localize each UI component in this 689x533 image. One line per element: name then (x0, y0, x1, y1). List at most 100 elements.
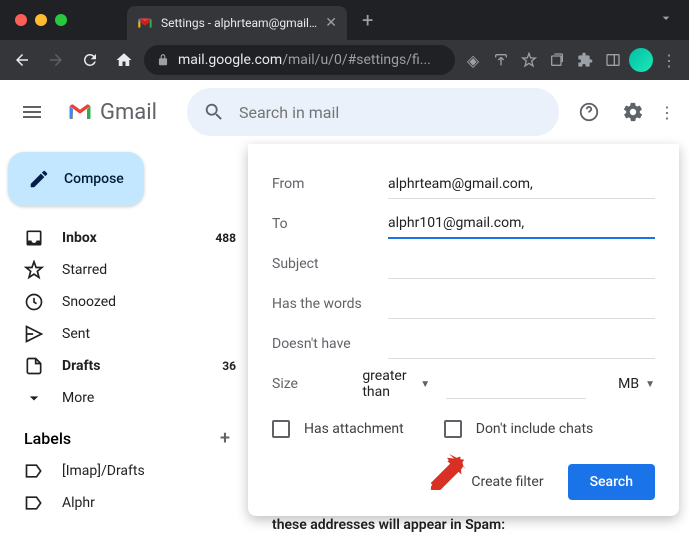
dropdown-icon: ▼ (420, 379, 430, 390)
sidebar-item-starred[interactable]: Starred (0, 254, 248, 286)
window-minimize-button[interactable] (35, 14, 47, 26)
sidebar-item-inbox[interactable]: Inbox 488 (0, 222, 248, 254)
doesnthave-input[interactable] (388, 330, 655, 359)
lock-icon (156, 53, 170, 67)
gmail-wordmark: Gmail (100, 100, 157, 125)
from-label: From (272, 176, 372, 192)
size-label: Size (272, 376, 346, 392)
to-input[interactable] (388, 209, 655, 239)
labels-list: [Imap]/Drafts Alphr (0, 455, 248, 519)
tab-dropdown-icon[interactable] (658, 10, 674, 30)
has-attachment-checkbox[interactable]: Has attachment (272, 420, 404, 438)
browser-menu-icon[interactable]: ⋮ (657, 48, 681, 72)
traffic-lights (15, 14, 67, 26)
label-item[interactable]: [Imap]/Drafts (0, 455, 248, 487)
gmail-favicon (137, 15, 153, 31)
dont-include-chats-checkbox[interactable]: Don't include chats (444, 420, 594, 438)
nav-list: Inbox 488 Starred Snoozed Sent Drafts 36 (0, 222, 248, 414)
add-label-button[interactable]: + (220, 428, 230, 449)
nav-label: Drafts (62, 358, 100, 374)
gmail-header: Gmail ⋮ (0, 80, 689, 144)
eye-icon[interactable]: ◈ (461, 48, 485, 72)
label-icon (24, 493, 44, 513)
back-button[interactable] (8, 46, 36, 74)
nav-label: Sent (62, 326, 90, 342)
share-icon[interactable] (489, 48, 513, 72)
home-button[interactable] (110, 46, 138, 74)
create-filter-button[interactable]: Create filter (471, 474, 543, 490)
nav-count: 36 (222, 359, 236, 373)
extensions-icon[interactable] (573, 48, 597, 72)
search-icon (203, 101, 225, 123)
size-value-input[interactable] (446, 370, 586, 399)
chevron-down-icon (24, 388, 44, 408)
checkbox-icon (272, 420, 290, 438)
search-input[interactable] (239, 103, 543, 122)
dropdown-icon: ▼ (645, 379, 655, 390)
tab-title: Settings - alphrteam@gmail.co (161, 16, 317, 30)
search-bar[interactable] (187, 88, 559, 136)
dont-include-chats-label: Don't include chats (476, 421, 594, 437)
window-maximize-button[interactable] (55, 14, 67, 26)
browser-chrome: Settings - alphrteam@gmail.co ✕ + mail.g… (0, 0, 689, 80)
sidebar-item-sent[interactable]: Sent (0, 318, 248, 350)
inbox-icon (24, 228, 44, 248)
size-unit-select[interactable]: MB ▼ (618, 376, 655, 392)
tabs-icon[interactable] (545, 48, 569, 72)
checkbox-icon (444, 420, 462, 438)
subject-label: Subject (272, 256, 372, 272)
search-button[interactable]: Search (568, 464, 655, 500)
gmail-icon (66, 98, 94, 126)
settings-button[interactable] (613, 92, 653, 132)
haswords-label: Has the words (272, 296, 372, 312)
tab-close-icon[interactable]: ✕ (325, 15, 337, 31)
nav-label: More (62, 390, 94, 406)
from-input[interactable] (388, 170, 655, 199)
label-text: Alphr (62, 495, 95, 511)
label-item[interactable]: Alphr (0, 487, 248, 519)
star-icon[interactable] (517, 48, 541, 72)
tab-bar: Settings - alphrteam@gmail.co ✕ + (0, 0, 689, 40)
size-comparator-select[interactable]: greater than ▼ (362, 368, 430, 400)
clock-icon (24, 292, 44, 312)
haswords-input[interactable] (388, 290, 655, 319)
labels-title: Labels (24, 429, 71, 448)
reload-button[interactable] (76, 46, 104, 74)
profile-avatar[interactable] (629, 48, 653, 72)
browser-tab[interactable]: Settings - alphrteam@gmail.co ✕ (127, 6, 347, 40)
to-label: To (272, 216, 372, 232)
compose-label: Compose (64, 171, 124, 187)
gmail-logo[interactable]: Gmail (66, 98, 157, 126)
new-tab-button[interactable]: + (362, 8, 373, 32)
label-text: [Imap]/Drafts (62, 463, 145, 479)
draft-icon (24, 356, 44, 376)
window-close-button[interactable] (15, 14, 27, 26)
sidebar-item-snoozed[interactable]: Snoozed (0, 286, 248, 318)
pencil-icon (28, 168, 50, 190)
compose-button[interactable]: Compose (8, 152, 144, 206)
forward-button[interactable] (42, 46, 70, 74)
sidebar-item-more[interactable]: More (0, 382, 248, 414)
help-button[interactable] (569, 92, 609, 132)
nav-label: Starred (62, 262, 107, 278)
nav-count: 488 (215, 231, 236, 245)
browser-toolbar: mail.google.com/mail/u/0/#settings/fi...… (0, 40, 689, 80)
subject-input[interactable] (388, 250, 655, 279)
labels-header: Labels + (0, 414, 248, 455)
extension-icons: ◈ ⋮ (461, 48, 681, 72)
main-content: Compose Inbox 488 Starred Snoozed Sent (0, 144, 689, 529)
has-attachment-label: Has attachment (304, 421, 404, 437)
star-icon (24, 260, 44, 280)
url-bar[interactable]: mail.google.com/mail/u/0/#settings/fi... (144, 45, 455, 75)
main-menu-button[interactable] (8, 88, 56, 136)
apps-button[interactable]: ⋮ (657, 92, 677, 132)
send-icon (24, 324, 44, 344)
doesnthave-label: Doesn't have (272, 336, 372, 352)
sidebar: Compose Inbox 488 Starred Snoozed Sent (0, 144, 248, 529)
nav-label: Inbox (62, 230, 97, 246)
label-icon (24, 461, 44, 481)
url-text: mail.google.com/mail/u/0/#settings/fi... (178, 52, 443, 68)
content-area: these addresses will appear in Spam: Fro… (248, 144, 689, 529)
sidebar-item-drafts[interactable]: Drafts 36 (0, 350, 248, 382)
sidepanel-icon[interactable] (601, 48, 625, 72)
